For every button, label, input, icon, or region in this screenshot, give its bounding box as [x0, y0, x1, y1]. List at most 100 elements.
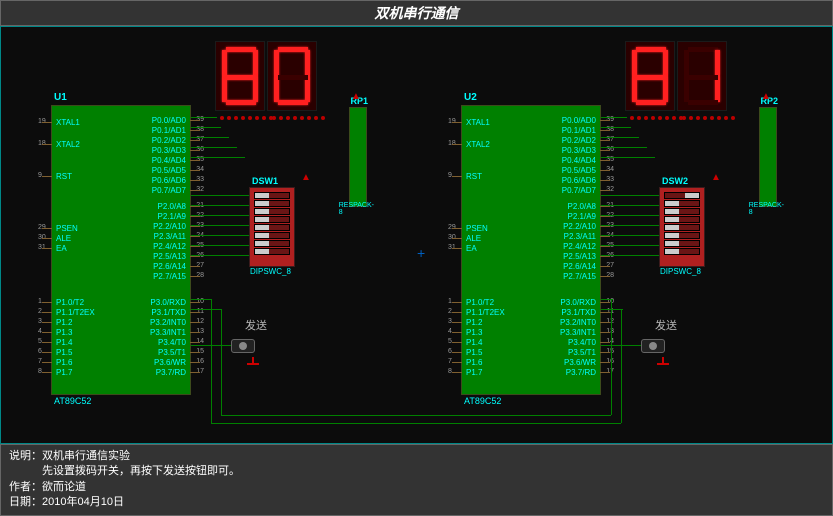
dip-slider [665, 241, 679, 246]
dip-slider [255, 209, 269, 214]
pin-label: P3.0/RXD [560, 298, 596, 307]
send-button-1[interactable] [231, 339, 255, 353]
dipswitch-dsw1[interactable]: DSW1 DIPSWC_8 [249, 187, 295, 267]
dip-switch-row[interactable] [664, 232, 700, 239]
display-1[interactable] [215, 41, 317, 111]
pin-label: P1.0/T2 [466, 298, 494, 307]
pin-label: P3.6/WR [154, 358, 186, 367]
pin-stub [190, 342, 200, 343]
pin-label: P3.1/TXD [151, 308, 186, 317]
pin-stub [190, 160, 200, 161]
pin-label: P0.1/AD1 [562, 126, 596, 135]
dip-switch-row[interactable] [664, 224, 700, 231]
respack-rp2[interactable]: RP2 RESPACK-8 [759, 107, 777, 207]
pin-label: EA [466, 244, 477, 253]
pin-stub [452, 238, 462, 239]
pin-label: P2.0/A8 [568, 202, 596, 211]
wire [601, 225, 659, 226]
wire [191, 205, 249, 206]
mcu-u2[interactable]: U2 AT89C52 XTAL119XTAL218RST9PSEN29ALE30… [461, 105, 601, 395]
respack-rp1[interactable]: RP1 RESPACK-8 [349, 107, 367, 207]
pin-stub [42, 302, 52, 303]
wire [601, 137, 639, 138]
dip-switch-row[interactable] [664, 200, 700, 207]
pin-label: P1.7 [56, 368, 72, 377]
pin-label: P0.5/AD5 [152, 166, 186, 175]
mcu-u2-ref: U2 [464, 92, 477, 103]
pin-stub [600, 130, 610, 131]
pin-stub [452, 228, 462, 229]
wire [601, 235, 659, 236]
pin-label: P0.3/AD3 [562, 146, 596, 155]
pin-label: P3.2/INT0 [560, 318, 596, 327]
send-button-2[interactable] [641, 339, 665, 353]
wire [601, 127, 631, 128]
ground-icon [655, 357, 671, 369]
wire [601, 147, 647, 148]
dip-switch-row[interactable] [254, 224, 290, 231]
pin-label: XTAL1 [466, 118, 490, 127]
pin-label: P1.3 [56, 328, 72, 337]
dip-switch-row[interactable] [254, 232, 290, 239]
pin-label: P3.2/INT0 [150, 318, 186, 327]
pin-label: P3.1/TXD [561, 308, 596, 317]
dip-switch-row[interactable] [664, 216, 700, 223]
dip-switch-row[interactable] [664, 192, 700, 199]
pin-stub [190, 236, 200, 237]
wire [191, 127, 221, 128]
pin-stub [452, 362, 462, 363]
pin-label: P0.4/AD4 [562, 156, 596, 165]
pin-label: P0.2/AD2 [562, 136, 596, 145]
wire [191, 157, 245, 158]
dip-slider [665, 201, 679, 206]
pin-stub [452, 302, 462, 303]
pin-stub [42, 342, 52, 343]
pin-stub [42, 352, 52, 353]
pin-label: P1.7 [466, 368, 482, 377]
dsw1-part: DIPSWC_8 [250, 267, 291, 276]
pin-label: P1.2 [56, 318, 72, 327]
pin-label: P2.2/A10 [153, 222, 186, 231]
dipswitch-dsw2[interactable]: DSW2 DIPSWC_8 [659, 187, 705, 267]
dsw2-rows [660, 188, 704, 259]
dip-switch-row[interactable] [664, 208, 700, 215]
dsw1-rows [250, 188, 294, 259]
dip-switch-row[interactable] [254, 216, 290, 223]
dip-switch-row[interactable] [254, 240, 290, 247]
dip-switch-row[interactable] [254, 192, 290, 199]
dip-switch-row[interactable] [664, 248, 700, 255]
dip-switch-row[interactable] [664, 240, 700, 247]
wire [191, 245, 249, 246]
pin-stub [600, 332, 610, 333]
pin-stub [42, 248, 52, 249]
pin-stub [600, 312, 610, 313]
schematic-canvas[interactable]: + U1 AT89C52 XTAL119XTAL218RST9PSEN29ALE… [0, 26, 833, 444]
pin-stub [190, 180, 200, 181]
pin-stub [600, 226, 610, 227]
dsw2-part: DIPSWC_8 [660, 267, 701, 276]
footer-line-2: 先设置拨码开关，再按下发送按钮即可。 [9, 464, 824, 479]
pin-stub [42, 122, 52, 123]
dip-switch-row[interactable] [254, 248, 290, 255]
pin-label: ALE [466, 234, 481, 243]
pin-stub [600, 352, 610, 353]
dip-switch-row[interactable] [254, 208, 290, 215]
dip-switch-row[interactable] [254, 200, 290, 207]
wire [191, 215, 249, 216]
mcu-u1[interactable]: U1 AT89C52 XTAL119XTAL218RST9PSEN29ALE30… [51, 105, 191, 395]
page-title: 双机串行通信 [375, 5, 459, 21]
pin-label: P3.6/WR [564, 358, 596, 367]
wire-serial [211, 423, 621, 424]
pin-stub [600, 160, 610, 161]
rp1-part: RESPACK-8 [339, 202, 374, 216]
pin-label: P2.1/A9 [568, 212, 596, 221]
wire [601, 157, 655, 158]
pin-label: XTAL2 [466, 140, 490, 149]
pin-stub [42, 322, 52, 323]
wire [601, 255, 659, 256]
pin-stub [452, 342, 462, 343]
wire-serial [191, 309, 221, 310]
pin-stub [452, 312, 462, 313]
wire [601, 345, 641, 346]
display-2[interactable] [625, 41, 727, 111]
